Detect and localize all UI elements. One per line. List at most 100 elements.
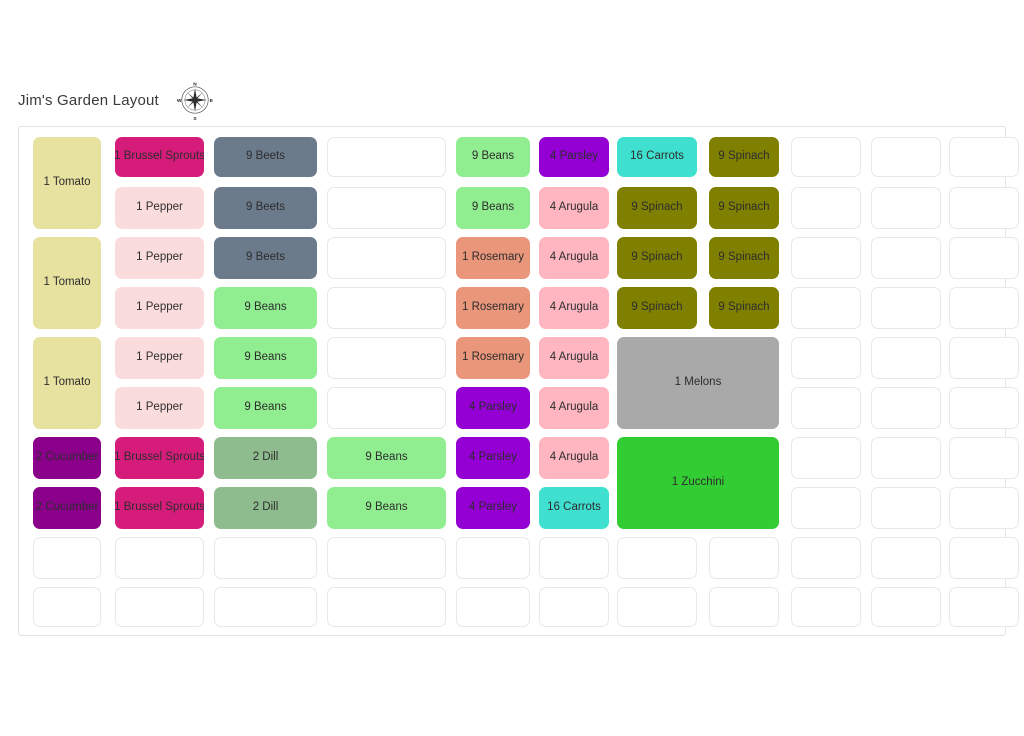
garden-cell-plant[interactable]: 9 Beans (327, 487, 446, 529)
garden-cell-empty[interactable] (871, 237, 941, 279)
garden-cell-empty[interactable] (791, 537, 861, 579)
garden-cell-plant[interactable]: 2 Dill (214, 487, 317, 529)
garden-cell-empty[interactable] (214, 537, 317, 579)
garden-cell-empty[interactable] (709, 537, 779, 579)
garden-cell-plant[interactable]: 4 Arugula (539, 437, 609, 479)
garden-cell-plant[interactable]: 1 Pepper (115, 237, 204, 279)
garden-cell-plant[interactable]: 4 Arugula (539, 187, 609, 229)
garden-cell-empty[interactable] (327, 187, 446, 229)
garden-cell-plant[interactable]: 1 Rosemary (456, 337, 530, 379)
garden-cell-plant[interactable]: 2 Dill (214, 437, 317, 479)
garden-cell-empty[interactable] (871, 487, 941, 529)
garden-cell-empty[interactable] (791, 187, 861, 229)
garden-cell-empty[interactable] (871, 587, 941, 627)
garden-cell-empty[interactable] (33, 587, 101, 627)
garden-cell-plant[interactable]: 1 Brussel Sprouts (115, 137, 204, 177)
garden-cell-plant[interactable]: 9 Spinach (617, 187, 697, 229)
garden-cell-plant[interactable]: 9 Beans (456, 137, 530, 177)
garden-cell-empty[interactable] (791, 237, 861, 279)
garden-cell-plant[interactable]: 9 Beets (214, 137, 317, 177)
garden-cell-empty[interactable] (949, 437, 1019, 479)
garden-cell-plant[interactable]: 4 Arugula (539, 337, 609, 379)
garden-cell-plant[interactable]: 1 Tomato (33, 137, 101, 229)
garden-cell-empty[interactable] (327, 587, 446, 627)
garden-cell-plant[interactable]: 1 Brussel Sprouts (115, 437, 204, 479)
garden-cell-plant[interactable]: 1 Rosemary (456, 287, 530, 329)
garden-cell-plant[interactable]: 4 Parsley (456, 437, 530, 479)
garden-cell-empty[interactable] (791, 487, 861, 529)
garden-cell-plant[interactable]: 9 Spinach (617, 287, 697, 329)
garden-cell-plant[interactable]: 1 Zucchini (617, 437, 779, 529)
garden-cell-empty[interactable] (456, 537, 530, 579)
garden-cell-plant[interactable]: 1 Pepper (115, 337, 204, 379)
garden-cell-empty[interactable] (456, 587, 530, 627)
garden-cell-plant[interactable]: 1 Pepper (115, 287, 204, 329)
garden-cell-empty[interactable] (949, 387, 1019, 429)
garden-cell-plant[interactable]: 4 Arugula (539, 387, 609, 429)
garden-cell-plant[interactable]: 4 Arugula (539, 237, 609, 279)
garden-cell-plant[interactable]: 9 Beets (214, 237, 317, 279)
garden-cell-plant[interactable]: 9 Spinach (617, 237, 697, 279)
garden-cell-plant[interactable]: 1 Pepper (115, 187, 204, 229)
garden-cell-plant[interactable]: 4 Arugula (539, 287, 609, 329)
garden-cell-plant[interactable]: 9 Beans (327, 437, 446, 479)
garden-cell-empty[interactable] (949, 587, 1019, 627)
garden-cell-empty[interactable] (871, 287, 941, 329)
garden-cell-empty[interactable] (617, 587, 697, 627)
garden-cell-plant[interactable]: 9 Beans (456, 187, 530, 229)
garden-cell-plant[interactable]: 9 Beans (214, 287, 317, 329)
garden-cell-empty[interactable] (115, 587, 204, 627)
garden-cell-empty[interactable] (539, 587, 609, 627)
garden-cell-plant[interactable]: 1 Tomato (33, 337, 101, 429)
garden-cell-empty[interactable] (791, 287, 861, 329)
garden-cell-empty[interactable] (871, 137, 941, 177)
garden-cell-plant[interactable]: 1 Tomato (33, 237, 101, 329)
garden-cell-plant[interactable]: 9 Beets (214, 187, 317, 229)
garden-cell-empty[interactable] (791, 437, 861, 479)
garden-cell-empty[interactable] (949, 237, 1019, 279)
garden-cell-empty[interactable] (949, 537, 1019, 579)
garden-cell-empty[interactable] (327, 287, 446, 329)
garden-cell-empty[interactable] (115, 537, 204, 579)
garden-cell-empty[interactable] (709, 587, 779, 627)
garden-cell-empty[interactable] (327, 337, 446, 379)
garden-cell-empty[interactable] (871, 437, 941, 479)
garden-cell-plant[interactable]: 4 Parsley (456, 387, 530, 429)
garden-cell-empty[interactable] (791, 337, 861, 379)
garden-cell-empty[interactable] (791, 587, 861, 627)
garden-cell-empty[interactable] (539, 537, 609, 579)
garden-cell-empty[interactable] (871, 537, 941, 579)
garden-cell-empty[interactable] (327, 237, 446, 279)
garden-cell-empty[interactable] (949, 187, 1019, 229)
garden-cell-plant[interactable]: 16 Carrots (617, 137, 697, 177)
garden-cell-empty[interactable] (327, 387, 446, 429)
garden-cell-plant[interactable]: 4 Parsley (539, 137, 609, 177)
garden-cell-empty[interactable] (949, 337, 1019, 379)
garden-cell-empty[interactable] (949, 137, 1019, 177)
garden-cell-empty[interactable] (871, 337, 941, 379)
garden-cell-empty[interactable] (617, 537, 697, 579)
garden-cell-plant[interactable]: 9 Beans (214, 387, 317, 429)
garden-cell-plant[interactable]: 9 Spinach (709, 187, 779, 229)
garden-cell-plant[interactable]: 2 Cucumber (33, 487, 101, 529)
garden-cell-empty[interactable] (327, 137, 446, 177)
garden-cell-plant[interactable]: 2 Cucumber (33, 437, 101, 479)
garden-cell-empty[interactable] (949, 287, 1019, 329)
garden-cell-empty[interactable] (949, 487, 1019, 529)
garden-cell-plant[interactable]: 9 Spinach (709, 237, 779, 279)
garden-cell-plant[interactable]: 1 Brussel Sprouts (115, 487, 204, 529)
garden-cell-empty[interactable] (791, 137, 861, 177)
garden-cell-plant[interactable]: 9 Spinach (709, 287, 779, 329)
garden-cell-empty[interactable] (871, 187, 941, 229)
garden-cell-plant[interactable]: 1 Pepper (115, 387, 204, 429)
garden-cell-empty[interactable] (791, 387, 861, 429)
garden-cell-empty[interactable] (327, 537, 446, 579)
garden-cell-plant[interactable]: 4 Parsley (456, 487, 530, 529)
garden-cell-plant[interactable]: 9 Spinach (709, 137, 779, 177)
garden-cell-plant[interactable]: 9 Beans (214, 337, 317, 379)
garden-cell-plant[interactable]: 1 Rosemary (456, 237, 530, 279)
garden-cell-empty[interactable] (33, 537, 101, 579)
garden-cell-empty[interactable] (871, 387, 941, 429)
garden-cell-plant[interactable]: 16 Carrots (539, 487, 609, 529)
garden-cell-empty[interactable] (214, 587, 317, 627)
